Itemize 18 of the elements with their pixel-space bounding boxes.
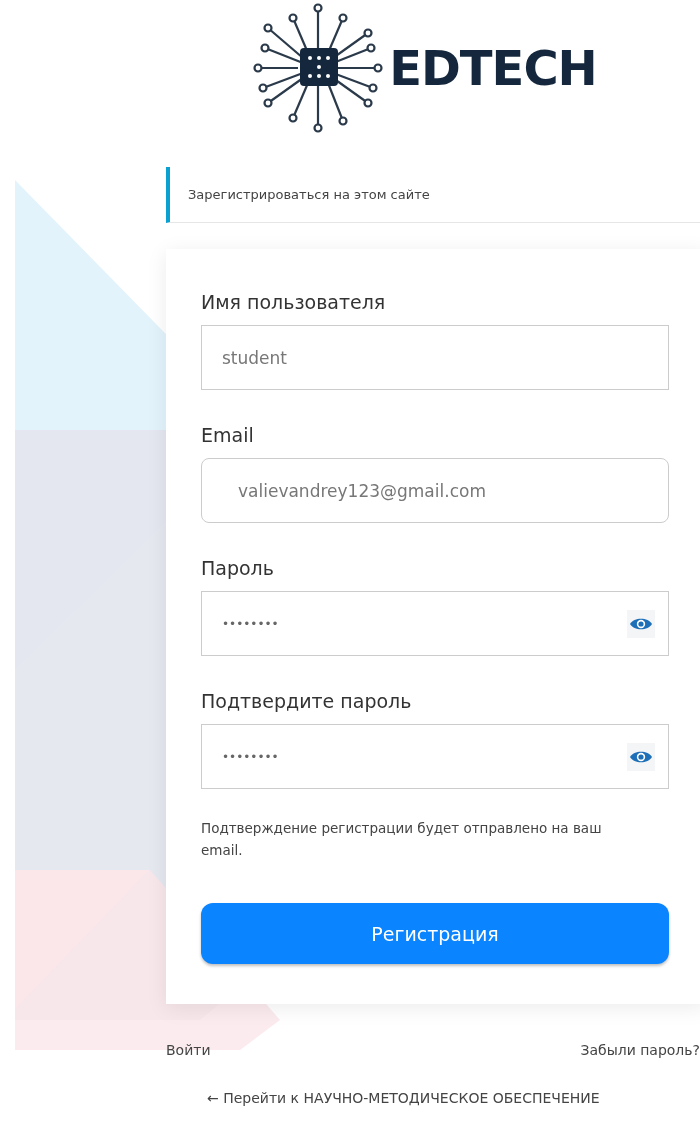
input-field[interactable]: valievandrey123@gmail.com (201, 458, 669, 523)
password-field[interactable]: •••••••• (201, 724, 669, 789)
field-label: Подтвердите пароль (201, 690, 413, 712)
login-link[interactable]: Войти (166, 1042, 211, 1058)
hint-text: Подтверждение регистрации будет отправлено на ваш email. (201, 819, 603, 860)
logo-text: EDTECH (389, 40, 597, 96)
back-link[interactable]: ← Перейти к НАУЧНО-МЕТОДИЧЕСКОЕ ОБЕСПЕЧЕНИЕ (207, 1090, 600, 1106)
input-field[interactable]: student (201, 325, 669, 390)
password-field[interactable]: •••••••• (201, 591, 669, 656)
eye-icon[interactable] (627, 742, 655, 771)
forgot-password-link[interactable]: Забыли пароль? (580, 1042, 700, 1058)
eye-icon[interactable] (627, 609, 655, 638)
field-label: Email (201, 424, 255, 446)
notice-message: Зарегистрироваться на этом сайте (166, 167, 700, 223)
circuit-chip-icon (253, 3, 384, 133)
register-button[interactable]: Регистрация (201, 903, 669, 964)
field-label: Имя пользователя (201, 291, 387, 313)
field-label: Пароль (201, 557, 275, 579)
